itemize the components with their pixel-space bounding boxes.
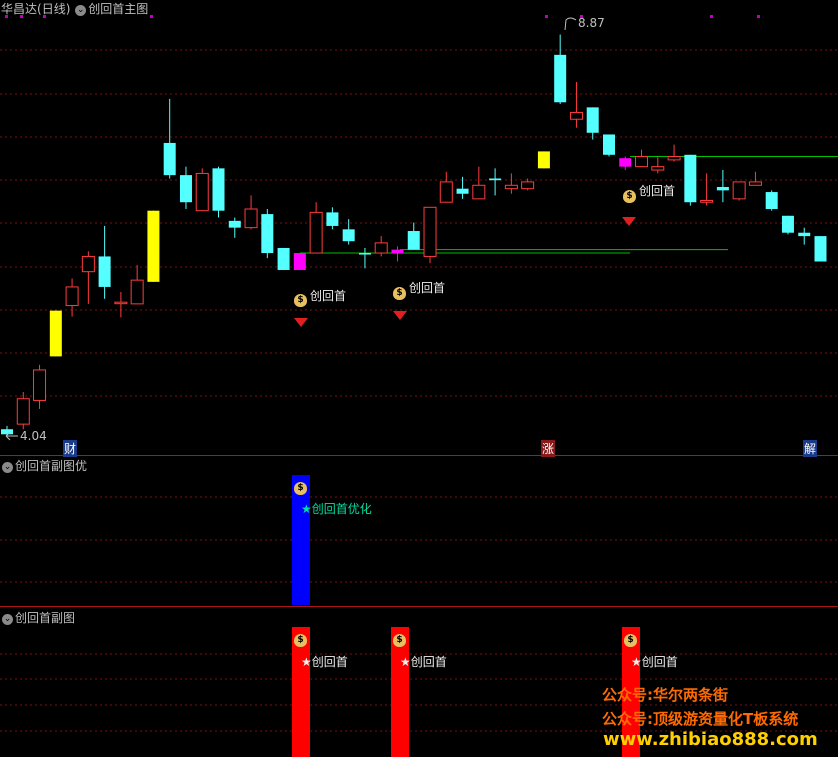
candle-body <box>619 158 632 167</box>
panel-separators <box>0 455 838 607</box>
period-label: (日线) <box>37 2 71 16</box>
candle-body <box>374 242 388 254</box>
candle-body <box>732 181 746 200</box>
sub-panel-2-name[interactable]: 创回首副图 <box>15 611 75 625</box>
money-bag-icon: $ <box>294 482 307 495</box>
event-marker-unlock[interactable]: 解 <box>803 440 818 457</box>
candle-body <box>504 184 518 190</box>
candle-body <box>521 181 535 190</box>
candle-body <box>814 236 827 262</box>
candle-body <box>244 208 258 229</box>
watermark-line-2: 公众号:顶级游资量化T板系统 <box>602 710 799 728</box>
candle-body <box>195 172 209 212</box>
sub-panel-1-title: ⌄ 创回首副图优 <box>1 457 87 474</box>
sub-signal-label: ★创回首 <box>400 655 447 669</box>
candle-body <box>163 142 176 176</box>
candle-body <box>635 155 649 168</box>
signal-label: 创回首 <box>409 281 446 295</box>
candle-body <box>684 154 697 203</box>
money-bag-icon: $ <box>294 634 307 647</box>
candle-body <box>651 166 665 171</box>
candle-body <box>179 175 192 203</box>
candle-body <box>358 253 371 255</box>
candle-body <box>326 212 339 226</box>
candle-body <box>586 107 599 133</box>
candle-body <box>228 220 241 228</box>
candle-body <box>798 232 811 237</box>
money-bag-icon: $ <box>623 190 636 203</box>
stock-name: 华昌达 <box>1 2 38 16</box>
candlestick-series <box>1 34 827 436</box>
money-bag-icon: $ <box>393 634 406 647</box>
candle-body <box>423 206 437 257</box>
candle-body <box>456 188 469 194</box>
candle-body <box>81 255 95 273</box>
sub-panel-bars <box>292 475 640 757</box>
candle-body <box>33 369 47 401</box>
sub-signal-label: ★创回首 <box>631 655 678 669</box>
candle-body <box>407 231 420 250</box>
candle-body <box>49 310 62 357</box>
candle-body <box>472 184 486 200</box>
watermark-line-1: 公众号:华尔两条街 <box>602 686 728 704</box>
candle-body <box>261 214 274 254</box>
watermark-line-3: www.zhibiao888.com <box>603 729 818 750</box>
signal-label: 创回首 <box>639 184 676 198</box>
candle-body <box>130 279 144 305</box>
candle-body <box>391 249 404 254</box>
chevron-down-icon[interactable]: ⌄ <box>75 5 87 16</box>
gridlines <box>0 49 838 732</box>
candle-body <box>65 286 79 307</box>
sub-signal-label-optimized: ★创回首优化 <box>301 502 372 516</box>
candle-body <box>16 398 30 425</box>
candle-body <box>537 151 550 169</box>
red-diamond-icon <box>294 318 308 327</box>
support-level-lines <box>300 155 838 254</box>
money-bag-icon: $ <box>294 294 307 307</box>
candle-body <box>212 168 225 211</box>
candle-body <box>98 256 111 287</box>
candle-body <box>781 215 794 233</box>
red-diamond-icon <box>393 311 407 320</box>
candle-body <box>147 210 160 282</box>
chevron-down-icon[interactable]: ⌄ <box>2 614 13 625</box>
candle-body <box>602 134 615 155</box>
candle-body <box>716 186 729 191</box>
sub-panel-1-name[interactable]: 创回首副图优 <box>15 459 87 473</box>
sub-signal-label: ★创回首 <box>301 655 348 669</box>
candle-body <box>342 229 355 242</box>
candle-body <box>765 192 778 210</box>
high-price-marker <box>564 17 577 31</box>
candle-body <box>569 111 583 120</box>
candle-body <box>439 181 453 203</box>
candle-body <box>700 200 714 203</box>
candle-body <box>309 211 323 254</box>
sub-panel-2-title: ⌄ 创回首副图 <box>1 609 75 626</box>
money-bag-icon: $ <box>624 634 637 647</box>
indicator-title[interactable]: 创回首主图 <box>88 2 148 16</box>
signal-label: 创回首 <box>310 289 347 303</box>
red-diamond-icon <box>622 217 636 226</box>
candle-body <box>114 301 128 305</box>
candle-body <box>489 178 502 181</box>
event-marker-finance[interactable]: 财 <box>63 440 78 457</box>
chevron-down-icon[interactable]: ⌄ <box>2 462 13 473</box>
low-price-label: 4.04 <box>20 429 47 443</box>
main-panel-title: 华昌达(日线) ⌄ 创回首主图 <box>1 0 148 17</box>
candle-body <box>293 253 306 270</box>
event-marker-rise[interactable]: 涨 <box>541 440 556 457</box>
candle-body <box>748 181 762 186</box>
stock-chart-canvas[interactable] <box>0 0 838 757</box>
candle-body <box>667 155 681 161</box>
high-price-label: 8.87 <box>578 16 605 30</box>
candle-body <box>1 429 13 435</box>
money-bag-icon: $ <box>393 287 406 300</box>
candle-body <box>554 54 567 103</box>
candle-body <box>277 247 290 270</box>
